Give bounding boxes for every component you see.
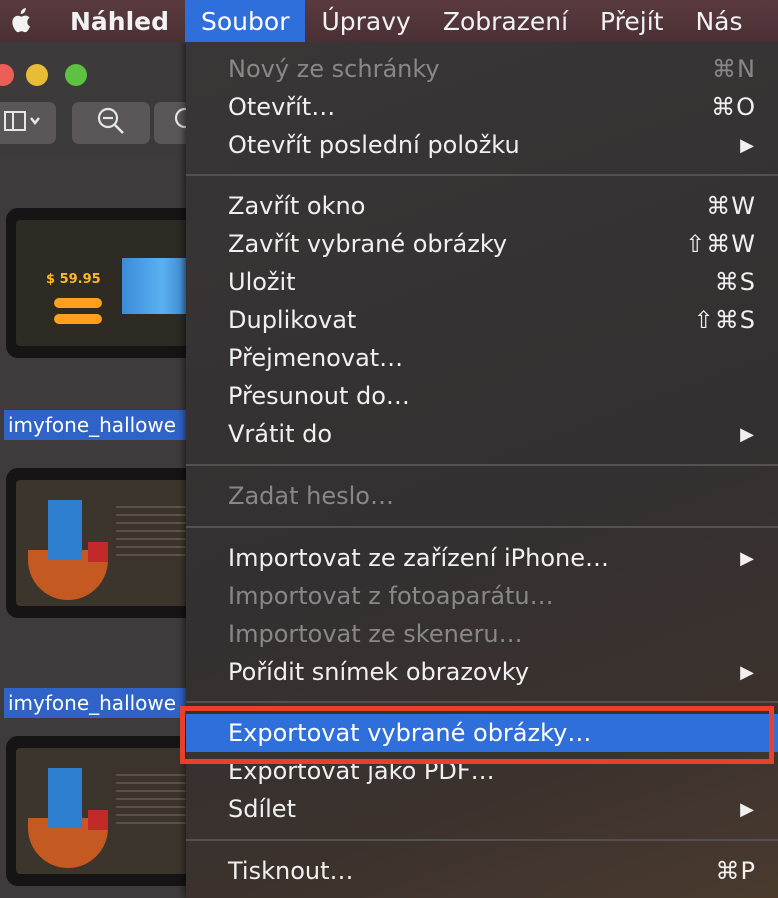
thumbnail-sidebar: $ 59.95 imyfone_hallowe imyfone_hallowe — [0, 154, 206, 898]
menu-item-new-from-clipboard[interactable]: Nový ze schránky ⌘N — [186, 50, 778, 88]
menubar-item-nastroje[interactable]: Nás — [679, 0, 758, 42]
thumbnail-product-box — [48, 500, 82, 560]
menu-separator — [186, 839, 778, 841]
menu-item-take-screenshot[interactable]: Pořídit snímek obrazovky ▶ — [186, 653, 778, 691]
menu-separator — [186, 701, 778, 703]
menu-item-duplicate[interactable]: Duplikovat ⇧⌘S — [186, 301, 778, 339]
menu-item-revert-to[interactable]: Vrátit do ▶ — [186, 415, 778, 453]
menu-item-close-selected[interactable]: Zavřít vybrané obrázky ⇧⌘W — [186, 225, 778, 263]
menubar-item-zobrazeni[interactable]: Zobrazení — [427, 0, 584, 42]
menu-item-move-to[interactable]: Přesunout do… — [186, 377, 778, 415]
menu-item-import-iphone[interactable]: Importovat ze zařízení iPhone… ▶ — [186, 539, 778, 577]
submenu-arrow-icon: ▶ — [740, 798, 754, 820]
sidebar-toggle-button[interactable] — [0, 102, 56, 144]
submenu-arrow-icon: ▶ — [740, 134, 754, 156]
thumbnail-image[interactable] — [6, 736, 206, 886]
thumbnail-filename[interactable]: imyfone_hallowe — [4, 688, 204, 718]
menu-item-open[interactable]: Otevřít… ⌘O — [186, 88, 778, 126]
thumbnail-buy-button — [54, 314, 102, 324]
menu-item-close-window[interactable]: Zavřít okno ⌘W — [186, 187, 778, 225]
menubar-app-name[interactable]: Náhled — [40, 0, 185, 42]
menu-separator — [186, 174, 778, 176]
menu-item-share[interactable]: Sdílet ▶ — [186, 790, 778, 828]
submenu-arrow-icon: ▶ — [740, 661, 754, 683]
submenu-arrow-icon: ▶ — [740, 423, 754, 445]
menubar-item-upravy[interactable]: Úpravy — [305, 0, 426, 42]
fullscreen-window-button[interactable] — [65, 64, 87, 86]
menu-item-rename[interactable]: Přejmenovat… — [186, 339, 778, 377]
close-window-button[interactable] — [0, 64, 14, 86]
thumbnail-price: $ 59.95 — [46, 272, 101, 287]
menubar-item-prejit[interactable]: Přejít — [584, 0, 679, 42]
zoom-out-icon — [96, 106, 126, 141]
menu-item-save[interactable]: Uložit ⌘S — [186, 263, 778, 301]
zoom-out-button[interactable] — [72, 102, 150, 144]
menu-item-print[interactable]: Tisknout… ⌘P — [186, 852, 778, 890]
menu-item-open-recent[interactable]: Otevřít poslední položku ▶ — [186, 126, 778, 164]
menu-separator — [186, 464, 778, 466]
menu-item-enter-password[interactable]: Zadat heslo… — [186, 477, 778, 515]
preview-window: $ 59.95 imyfone_hallowe imyfone_hallowe — [0, 42, 214, 898]
annotation-highlight-box — [180, 706, 774, 764]
thumbnail-image[interactable] — [6, 468, 206, 618]
thumbnail-gift — [88, 810, 108, 830]
thumbnail-product-box — [48, 768, 82, 828]
window-titlebar — [0, 42, 214, 154]
file-menu-dropdown: Nový ze schránky ⌘N Otevřít… ⌘O Otevřít … — [186, 42, 778, 898]
menu-item-import-scanner[interactable]: Importovat ze skeneru… — [186, 615, 778, 653]
thumbnail-gift — [88, 542, 108, 562]
sidebar-icon — [3, 110, 43, 137]
apple-icon[interactable] — [0, 0, 40, 42]
thumbnail-image[interactable]: $ 59.95 — [6, 208, 206, 358]
menu-bar: Náhled Soubor Úpravy Zobrazení Přejít Ná… — [0, 0, 778, 42]
menubar-item-soubor[interactable]: Soubor — [185, 0, 306, 42]
minimize-window-button[interactable] — [26, 64, 48, 86]
thumbnail-buy-button — [54, 298, 102, 308]
submenu-arrow-icon: ▶ — [740, 547, 754, 569]
thumbnail-filename[interactable]: imyfone_hallowe — [4, 410, 204, 440]
menu-item-import-camera[interactable]: Importovat z fotoaparátu… — [186, 577, 778, 615]
menu-separator — [186, 526, 778, 528]
